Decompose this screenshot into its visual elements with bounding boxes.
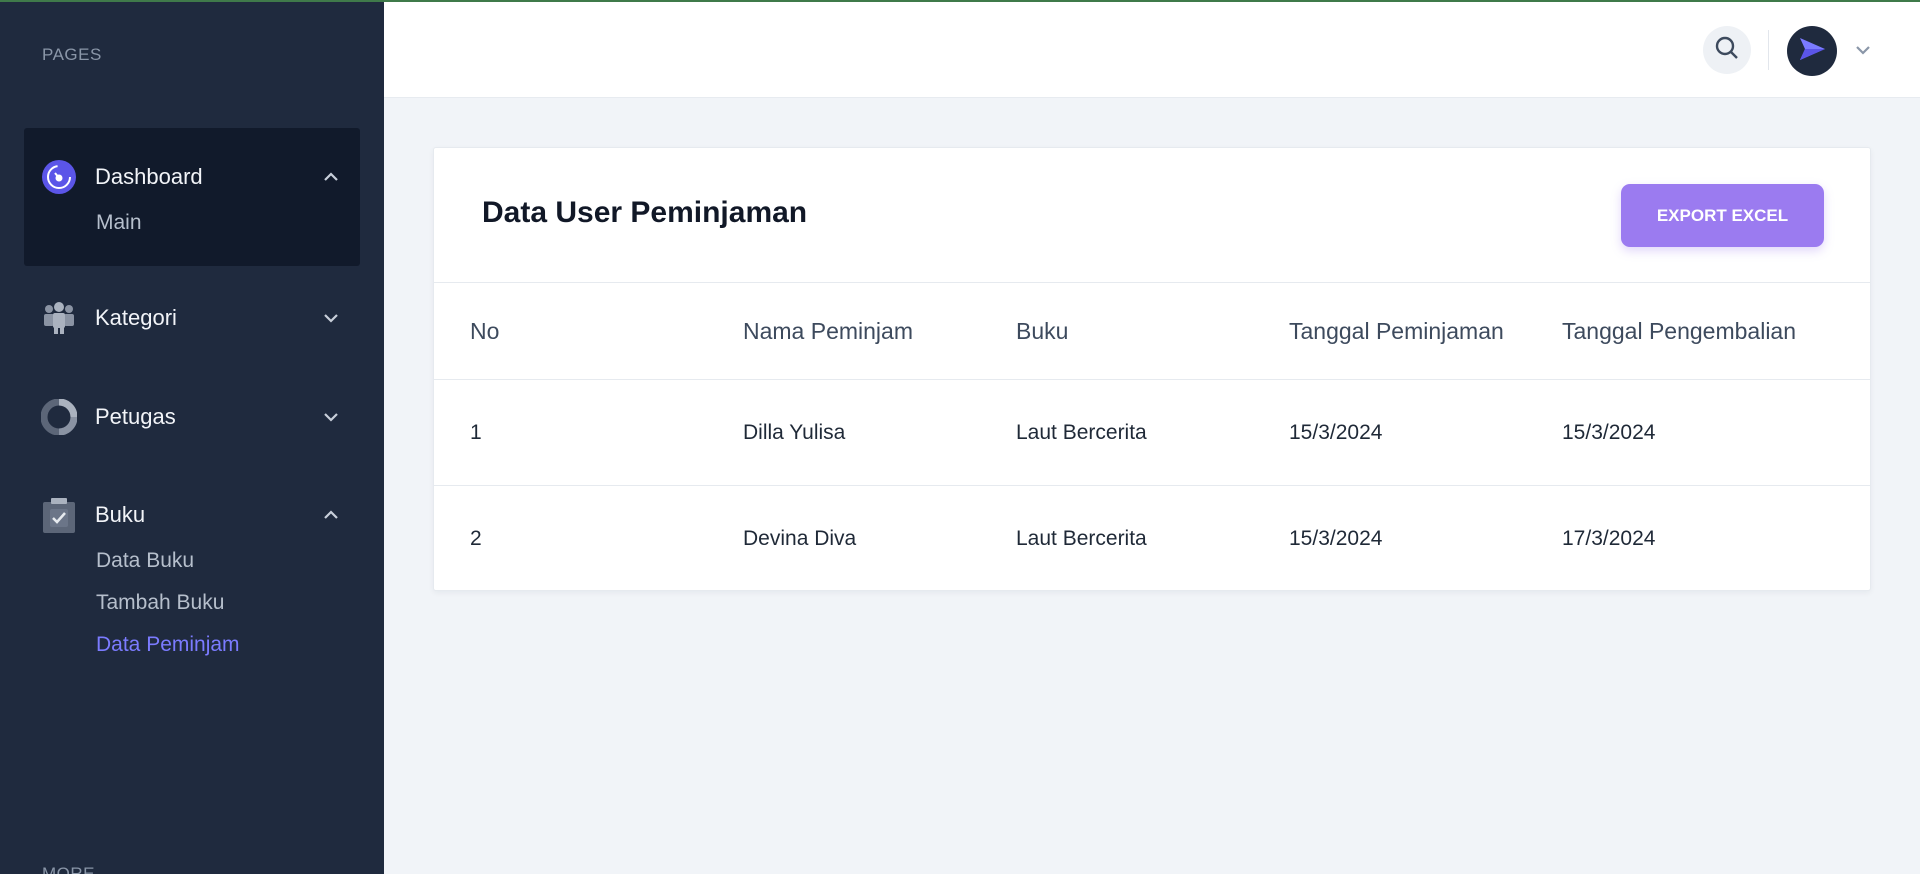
sidebar-group-dashboard: Dashboard Main [24,128,360,266]
avatar[interactable] [1787,26,1837,76]
table-cell: Laut Bercerita [980,485,1253,592]
table-cell: 15/3/2024 [1526,379,1870,486]
sidebar-item-label: Kategori [95,305,177,330]
table-cell: 2 [434,485,707,592]
chevron-up-icon[interactable] [320,504,342,526]
section-label-more: MORE [42,864,95,874]
sidebar: PAGES Dashboard Main Kategori Petugas Bu… [0,0,384,874]
sidebar-item-label: Petugas [95,404,176,429]
chevron-up-icon[interactable] [320,166,342,188]
table-header-row: No Nama Peminjam Buku Tanggal Peminjaman… [434,282,1870,380]
sidebar-group-buku: Buku Data Buku Tambah Buku Data Peminjam [24,490,360,666]
chevron-down-icon [1855,42,1871,60]
column-header[interactable]: Tanggal Peminjaman [1253,282,1526,380]
table-cell: 1 [434,379,707,486]
sidebar-subitem-data-peminjam[interactable]: Data Peminjam [96,624,360,666]
table-cell: 17/3/2024 [1526,485,1870,592]
table-cell: Devina Diva [707,485,980,592]
sidebar-group-kategori: Kategori [24,293,360,343]
data-table: No Nama Peminjam Buku Tanggal Peminjaman… [434,282,1870,592]
paper-plane-icon [1797,36,1827,67]
column-header[interactable]: No [434,282,707,380]
section-label-pages: PAGES [42,45,102,64]
pie-chart-icon [41,399,77,435]
top-header [384,0,1920,98]
chevron-down-icon[interactable] [320,307,342,329]
chevron-down-icon[interactable] [320,406,342,428]
sidebar-item-dashboard[interactable]: Dashboard [24,152,360,202]
table-row: 1 Dilla Yulisa Laut Bercerita 15/3/2024 … [434,379,1870,486]
sidebar-group-petugas: Petugas [24,392,360,442]
sidebar-item-label: Buku [95,502,146,527]
sidebar-item-buku[interactable]: Buku [24,490,360,540]
sidebar-item-petugas[interactable]: Petugas [24,392,360,442]
export-excel-button[interactable]: EXPORT EXCEL [1621,184,1824,247]
sidebar-subitem-tambah-buku[interactable]: Tambah Buku [96,582,360,624]
gauge-icon [41,159,77,195]
top-accent-line [0,0,1920,2]
column-header[interactable]: Tanggal Pengembalian [1526,282,1870,380]
data-card: Data User Peminjaman EXPORT EXCEL No Nam… [433,147,1871,592]
table-cell: 15/3/2024 [1253,485,1526,592]
sidebar-item-kategori[interactable]: Kategori [24,293,360,343]
table-row: 2 Devina Diva Laut Bercerita 15/3/2024 1… [434,485,1870,592]
users-icon [41,300,77,336]
user-menu-chevron[interactable] [1852,40,1874,62]
column-header[interactable]: Buku [980,282,1253,380]
header-divider [1768,30,1769,70]
sidebar-item-label: Dashboard [95,164,203,189]
table-cell: Dilla Yulisa [707,379,980,486]
table-cell: Laut Bercerita [980,379,1253,486]
table-cell: 15/3/2024 [1253,379,1526,486]
column-header[interactable]: Nama Peminjam [707,282,980,380]
page-title: Data User Peminjaman [482,196,808,229]
search-icon [1714,35,1740,66]
sidebar-subitem-main[interactable]: Main [96,202,360,244]
sidebar-subitem-data-buku[interactable]: Data Buku [96,540,360,582]
search-button[interactable] [1703,26,1751,74]
clipboard-check-icon [41,497,77,533]
